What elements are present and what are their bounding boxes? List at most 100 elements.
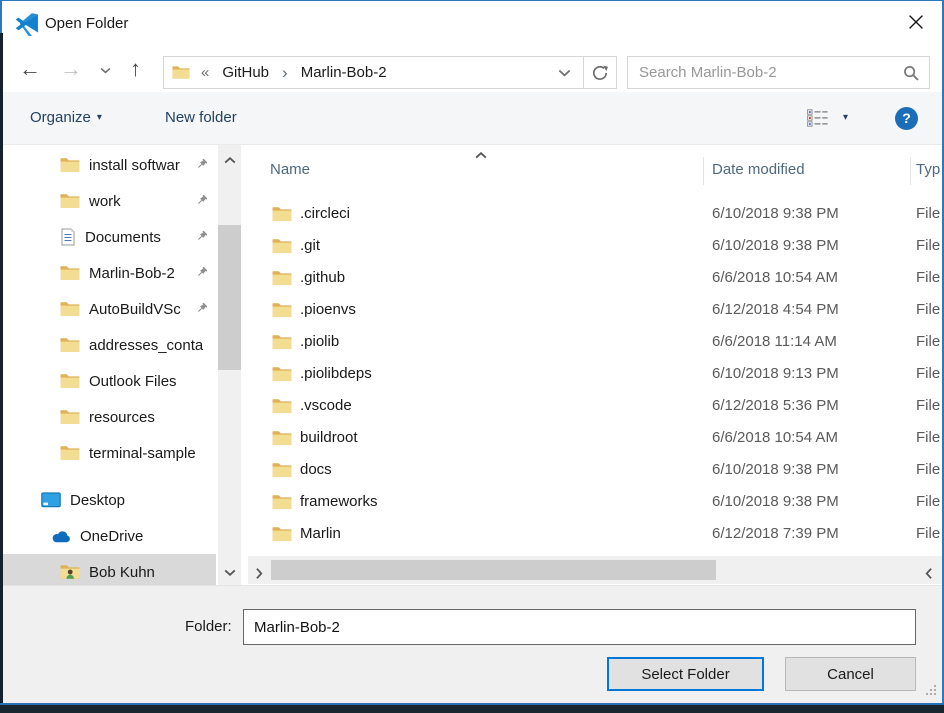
scroll-left-icon[interactable] — [253, 564, 265, 581]
folder-icon — [60, 265, 80, 281]
folder-icon — [272, 270, 292, 290]
folder-icon — [60, 445, 80, 461]
sidebar-item-autobuildvsc[interactable]: AutoBuildVSc — [3, 291, 216, 327]
breadcrumb-current[interactable]: Marlin-Bob-2 — [301, 64, 387, 81]
table-row[interactable]: Marlin 6/12/2018 7:39 PM File — [248, 518, 942, 550]
breadcrumb-parent[interactable]: GitHub — [222, 64, 269, 81]
scroll-right-icon[interactable] — [923, 564, 935, 581]
search-box — [627, 56, 930, 89]
command-toolbar: Organize▾ New folder ▾ ? — [3, 92, 942, 145]
onedrive-cloud-icon — [51, 530, 71, 543]
pin-icon — [194, 265, 209, 284]
folder-icon — [60, 301, 80, 317]
sidebar-item-bob-kuhn[interactable]: Bob Kuhn — [3, 554, 216, 585]
scroll-up-icon[interactable] — [224, 151, 236, 168]
table-row[interactable]: .piolibdeps 6/10/2018 9:13 PM File — [248, 358, 942, 390]
change-view-button[interactable] — [807, 109, 829, 127]
sidebar-item-marlin-bob-2[interactable]: Marlin-Bob-2 — [3, 255, 216, 291]
search-input[interactable] — [628, 57, 929, 88]
folder-icon — [272, 398, 292, 418]
up-button[interactable]: ↑ — [130, 47, 141, 92]
resize-grip-icon[interactable] — [925, 683, 937, 700]
address-bar[interactable]: « GitHub › Marlin-Bob-2 — [163, 56, 617, 89]
folder-label: Folder: — [185, 609, 232, 645]
window-border-top — [0, 0, 944, 1]
refresh-button[interactable] — [583, 57, 616, 88]
sidebar-item-desktop[interactable]: Desktop — [3, 482, 216, 518]
main-area: install softwar work Documents Marlin-Bo… — [3, 145, 942, 585]
open-folder-dialog: Open Folder ← → ↑ « GitHub › Marlin-Bob-… — [0, 0, 944, 713]
recent-locations-chevron-icon[interactable] — [100, 67, 111, 74]
dialog-title: Open Folder — [45, 1, 128, 47]
table-row[interactable]: .piolib 6/6/2018 11:14 AM File — [248, 326, 942, 358]
folder-icon — [60, 373, 80, 389]
column-header-row: Name Date modified Typ — [248, 155, 942, 185]
table-row[interactable]: .vscode 6/12/2018 5:36 PM File — [248, 390, 942, 422]
folder-icon — [60, 193, 80, 209]
folder-icon — [60, 157, 80, 173]
horizontal-scrollbar[interactable] — [248, 556, 942, 584]
table-row[interactable]: .pioenvs 6/12/2018 4:54 PM File — [248, 294, 942, 326]
address-dropdown-chevron-icon[interactable] — [558, 69, 571, 77]
window-border-left — [0, 0, 2, 33]
table-row[interactable]: .github 6/6/2018 10:54 AM File — [248, 262, 942, 294]
column-divider[interactable] — [910, 157, 911, 185]
desktop-icon — [41, 492, 61, 508]
organize-button[interactable]: Organize▾ — [30, 92, 102, 144]
column-header-name[interactable]: Name — [270, 155, 310, 185]
folder-icon — [272, 302, 292, 322]
window-border-left-shadow — [0, 33, 3, 705]
sidebar-item-documents[interactable]: Documents — [3, 219, 216, 255]
navigation-bar: ← → ↑ « GitHub › Marlin-Bob-2 — [3, 47, 942, 92]
navigation-pane: install softwar work Documents Marlin-Bo… — [3, 145, 216, 585]
folder-icon — [272, 526, 292, 546]
scroll-down-icon[interactable] — [224, 563, 236, 580]
sidebar-item-install-software[interactable]: install softwar — [3, 147, 216, 183]
folder-icon — [172, 65, 190, 80]
table-row[interactable]: .git 6/10/2018 9:38 PM File — [248, 230, 942, 262]
organize-caret-icon: ▾ — [97, 112, 102, 123]
folder-icon — [60, 409, 80, 425]
sidebar-scrollbar-thumb[interactable] — [218, 225, 241, 370]
back-button[interactable]: ← — [19, 47, 41, 92]
sidebar-scrollbar[interactable] — [218, 145, 241, 585]
sidebar-item-onedrive[interactable]: OneDrive — [3, 518, 216, 554]
folder-icon — [272, 430, 292, 450]
sidebar-item-addresses-contacts[interactable]: addresses_conta — [3, 327, 216, 363]
vscode-logo-icon — [14, 11, 39, 40]
folder-icon — [272, 462, 292, 482]
dialog-footer: Folder: Select Folder Cancel — [3, 585, 942, 703]
horizontal-scrollbar-thumb[interactable] — [271, 560, 716, 580]
breadcrumb-separator-icon[interactable]: › — [282, 64, 288, 81]
folder-name-input[interactable] — [243, 609, 916, 645]
column-divider[interactable] — [703, 157, 704, 185]
cancel-button[interactable]: Cancel — [785, 657, 916, 691]
table-row[interactable]: docs 6/10/2018 9:38 PM File — [248, 454, 942, 486]
column-header-type[interactable]: Typ — [916, 155, 940, 185]
table-row[interactable]: buildroot 6/6/2018 10:54 AM File — [248, 422, 942, 454]
column-header-date-modified[interactable]: Date modified — [712, 155, 805, 185]
close-button[interactable] — [898, 8, 934, 38]
folder-icon — [272, 238, 292, 258]
sidebar-item-outlook-files[interactable]: Outlook Files — [3, 363, 216, 399]
refresh-icon — [591, 64, 609, 82]
table-row[interactable]: .circleci 6/10/2018 9:38 PM File — [248, 198, 942, 230]
table-row[interactable]: frameworks 6/10/2018 9:38 PM File — [248, 486, 942, 518]
sidebar-item-work[interactable]: work — [3, 183, 216, 219]
forward-button[interactable]: → — [60, 47, 82, 92]
sidebar-item-resources[interactable]: resources — [3, 399, 216, 435]
view-caret-icon[interactable]: ▾ — [843, 92, 848, 144]
pin-icon — [194, 193, 209, 212]
search-icon[interactable] — [903, 65, 920, 86]
help-button[interactable]: ? — [895, 107, 918, 130]
folder-icon — [272, 206, 292, 226]
title-bar: Open Folder — [3, 1, 942, 47]
sidebar-item-terminal-sample[interactable]: terminal-sample — [3, 435, 216, 471]
select-folder-button[interactable]: Select Folder — [607, 657, 764, 691]
pin-icon — [194, 301, 209, 320]
breadcrumb-overflow[interactable]: « — [201, 64, 209, 81]
window-border-bottom-shadow — [0, 705, 944, 713]
details-view-icon — [807, 109, 829, 127]
new-folder-button[interactable]: New folder — [165, 92, 237, 144]
pin-icon — [194, 229, 209, 248]
